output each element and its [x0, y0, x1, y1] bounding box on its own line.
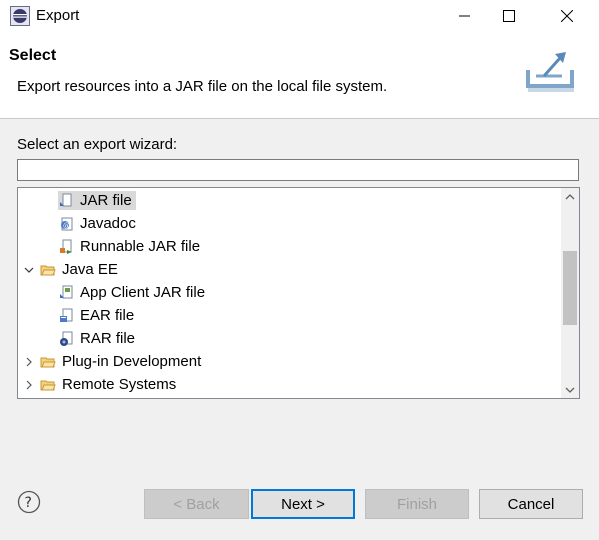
tree-item-ear-file[interactable]: EAR file [58, 304, 138, 327]
page-title: Select [9, 47, 57, 64]
tree-item-rar-file[interactable]: RAR file [58, 327, 139, 350]
chevron-down-icon[interactable] [22, 263, 36, 277]
minimize-icon [459, 15, 470, 17]
maximize-icon [503, 10, 515, 22]
help-icon[interactable]: ? [17, 490, 41, 514]
finish-button[interactable]: Finish [365, 489, 469, 519]
scroll-up-button[interactable] [561, 188, 579, 205]
cancel-button[interactable]: Cancel [479, 489, 583, 519]
back-button[interactable]: < Back [144, 489, 249, 519]
page-description: Export resources into a JAR file on the … [17, 78, 388, 95]
maximize-button[interactable] [487, 0, 531, 32]
wizard-banner: Select Export resources into a JAR file … [0, 32, 599, 119]
runnable-jar-icon [60, 239, 72, 254]
rar-file-icon [60, 331, 73, 346]
tree-item-runnable-jar-file[interactable]: Runnable JAR file [58, 235, 204, 258]
tree-item-app-client-jar-file[interactable]: App Client JAR file [58, 281, 209, 304]
tree-category-java-ee[interactable]: Java EE [22, 258, 122, 281]
window-title: Export [36, 7, 80, 24]
close-button[interactable] [545, 0, 589, 32]
javadoc-icon: @ [61, 217, 73, 230]
svg-text:?: ? [25, 495, 32, 511]
chevron-up-icon [565, 193, 575, 199]
folder-open-icon [40, 265, 56, 275]
next-button[interactable]: Next > [251, 489, 355, 519]
wizard-list-label: Select an export wizard: [17, 136, 178, 153]
close-icon [561, 10, 573, 22]
scroll-down-button[interactable] [561, 381, 579, 398]
tree-category-plugin-development[interactable]: Plug-in Development [22, 350, 205, 373]
ear-file-icon [60, 308, 73, 322]
chevron-right-icon[interactable] [22, 355, 36, 369]
tree-item-javadoc[interactable]: @ Javadoc [58, 212, 140, 235]
app-client-jar-icon [60, 285, 73, 298]
minimize-button[interactable] [443, 0, 487, 32]
tree-scrollbar[interactable] [561, 188, 579, 398]
wizard-tree[interactable]: JAR file @ Javadoc Runnable JAR file Jav… [17, 187, 580, 399]
tree-item-jar-file[interactable]: JAR file [58, 189, 136, 212]
chevron-right-icon[interactable] [22, 378, 36, 392]
folder-open-icon [40, 380, 56, 390]
folder-open-icon [40, 357, 56, 367]
svg-text:@: @ [63, 222, 70, 230]
chevron-down-icon [565, 387, 575, 393]
export-tray-icon [526, 52, 574, 92]
scrollbar-thumb[interactable] [563, 251, 577, 325]
tree-category-remote-systems[interactable]: Remote Systems [22, 373, 180, 396]
eclipse-app-icon [10, 6, 30, 26]
title-bar: Export [0, 0, 599, 32]
wizard-content: Select an export wizard: JAR file @ Java… [0, 119, 599, 540]
jar-file-icon [60, 193, 72, 206]
wizard-filter-input[interactable] [17, 159, 579, 181]
